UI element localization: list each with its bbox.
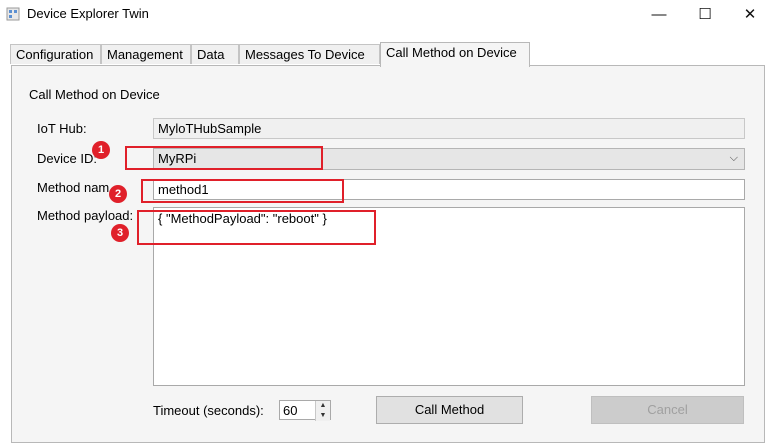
timeout-value: 60 (283, 403, 298, 418)
iot-hub-field: MyloTHubSample (153, 118, 745, 139)
chevron-down-icon[interactable]: ⌵ (730, 149, 738, 168)
cancel-button[interactable]: Cancel (591, 396, 744, 424)
timeout-stepper[interactable]: 60 ▲ ▼ (279, 400, 331, 421)
close-button[interactable]: ✕ (727, 0, 773, 28)
device-id-label: Device ID: (37, 151, 97, 166)
tab-management[interactable]: Management (101, 44, 191, 64)
iot-hub-label: IoT Hub: (37, 121, 87, 136)
minimize-button[interactable]: — (636, 0, 682, 28)
maximize-button[interactable]: ☐ (682, 0, 728, 28)
tab-messages-to-device[interactable]: Messages To Device (239, 44, 380, 64)
spin-down-icon[interactable]: ▼ (315, 411, 330, 421)
annotation-box-2 (141, 179, 344, 203)
timeout-label: Timeout (seconds): (153, 403, 264, 418)
tab-data[interactable]: Data (191, 44, 239, 64)
call-method-button[interactable]: Call Method (376, 396, 523, 424)
annotation-badge-2: 2 (109, 185, 127, 203)
tab-configuration[interactable]: Configuration (10, 44, 101, 64)
app-icon (6, 7, 20, 21)
method-payload-label: Method payload: (37, 208, 134, 223)
annotation-badge-1: 1 (92, 141, 110, 159)
tab-call-method-on-device[interactable]: Call Method on Device (380, 42, 530, 67)
window-title: Device Explorer Twin (27, 6, 149, 21)
annotation-box-1 (125, 146, 323, 170)
annotation-badge-3: 3 (111, 224, 129, 242)
panel-heading: Call Method on Device (29, 87, 160, 102)
annotation-box-3 (137, 210, 376, 245)
method-name-label: Method nam (37, 180, 110, 195)
title-bar: Device Explorer Twin — ☐ ✕ (0, 0, 773, 28)
